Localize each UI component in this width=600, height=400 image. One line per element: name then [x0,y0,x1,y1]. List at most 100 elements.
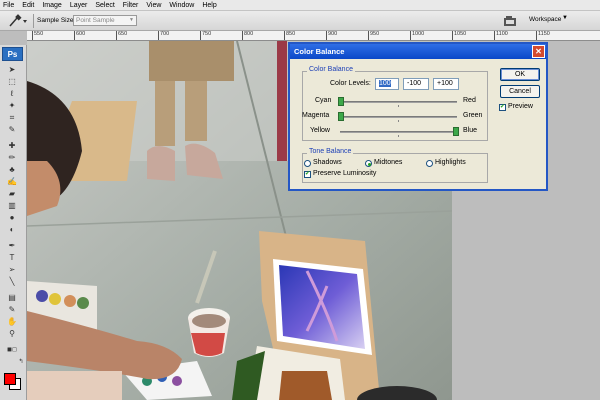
cyan-red-level-field[interactable]: 100 [375,78,399,90]
sample-size-select[interactable]: Point Sample ▼ [73,15,137,26]
ruler-tick: 550 [32,31,43,40]
foreground-color-swatch[interactable] [4,373,16,385]
ruler-tick: 1100 [494,31,508,40]
eyedropper-tool-preset[interactable] [6,14,30,28]
menu-select[interactable]: Select [95,2,114,9]
path-selection-tool-icon[interactable]: ➢ [5,265,19,275]
menu-view[interactable]: View [146,2,161,9]
yellow-blue-slider-track[interactable] [340,131,457,133]
horizontal-ruler: 550 600 650 700 750 800 850 900 950 1000… [27,31,600,41]
sample-size-label: Sample Size: [37,17,76,24]
yellow-blue-level-field[interactable]: +100 [433,78,459,90]
move-tool-icon[interactable]: ➤ [5,65,19,75]
history-brush-tool-icon[interactable]: ✍ [5,177,19,187]
menu-filter[interactable]: Filter [123,2,139,9]
preserve-luminosity-checkbox[interactable]: ✔ [304,171,311,178]
slider-center-tick [398,135,399,137]
lasso-tool-icon[interactable]: ℓ [5,89,19,99]
photoshop-logo: Ps [2,47,23,61]
close-icon: ✕ [535,47,542,56]
ruler-tick: 950 [368,31,379,40]
slider-left-label-magenta: Magenta [302,112,330,119]
chevron-down-icon: ▼ [129,17,134,23]
swap-colors-icon[interactable]: ↰ [14,357,28,367]
zoom-tool-icon[interactable]: ⚲ [5,329,19,339]
dialog-titlebar[interactable]: Color Balance [290,44,546,59]
shadows-label: Shadows [313,159,342,166]
blur-tool-icon[interactable]: ● [5,213,19,223]
highlights-radio[interactable] [426,160,433,167]
eyedropper-tool-icon[interactable]: ✎ [5,125,19,135]
gradient-tool-icon[interactable]: ▥ [5,201,19,211]
midtones-label: Midtones [374,159,403,166]
menu-window[interactable]: Window [169,2,194,9]
chevron-down-icon: ▼ [562,15,568,21]
highlights-label: Highlights [435,159,466,166]
cyan-red-slider-track[interactable] [340,101,457,103]
preview-checkbox[interactable]: ✔ [499,104,506,111]
toolbox: Ps ➤ ⬚ ℓ ✦ ⌗ ✎ ✚ ✏ ♣ ✍ ▰ ▥ ● ◐ ✒ T ➢ ╲ ▤… [0,45,27,400]
type-tool-icon[interactable]: T [5,253,19,263]
slider-right-label-green: Green [463,112,483,119]
marquee-tool-icon[interactable]: ⬚ [5,77,19,87]
healing-brush-tool-icon[interactable]: ✚ [5,141,19,151]
ruler-tick: 850 [284,31,295,40]
eyedropper-tool-icon[interactable]: ✎ [5,305,19,315]
clone-stamp-tool-icon[interactable]: ♣ [5,165,19,175]
menu-layer[interactable]: Layer [70,2,88,9]
ruler-tick: 750 [200,31,211,40]
menu-bar: File Edit Image Layer Select Filter View… [0,0,600,11]
slider-center-tick [398,105,399,107]
toolbar-separator [33,14,34,28]
default-colors-icon[interactable]: ◼◻ [5,345,19,355]
workspace-icon[interactable] [503,15,519,27]
menu-edit[interactable]: Edit [22,2,34,9]
slider-center-tick [398,120,399,122]
slider-right-label-blue: Blue [463,127,478,134]
ruler-tick: 1050 [452,31,466,40]
dialog-title: Color Balance [294,47,345,56]
slider-left-label-cyan: Cyan [315,97,332,104]
cyan-red-slider-thumb[interactable] [338,97,344,106]
sample-size-value: Point Sample [76,17,115,24]
shadows-radio[interactable] [304,160,311,167]
midtones-radio[interactable] [365,160,372,167]
ruler-tick: 800 [242,31,253,40]
ruler-tick: 700 [158,31,169,40]
tone-balance-group-title: Tone Balance [307,148,354,155]
options-bar: Sample Size: Point Sample ▼ Workspace ▼ [0,11,600,31]
crop-tool-icon[interactable]: ⌗ [5,113,19,123]
ruler-tick: 650 [116,31,127,40]
color-levels-label: Color Levels: [330,80,371,87]
color-balance-dialog: Color Balance ✕ Color Balance Color Leve… [288,42,548,191]
magic-wand-tool-icon[interactable]: ✦ [5,101,19,111]
magenta-green-slider-thumb[interactable] [338,112,344,121]
ruler-tick: 1000 [410,31,424,40]
eraser-tool-icon[interactable]: ▰ [5,189,19,199]
magenta-green-slider-track[interactable] [340,116,457,118]
magenta-green-level-field[interactable]: -100 [403,78,429,90]
brush-tool-icon[interactable]: ✏ [5,153,19,163]
ok-button[interactable]: OK [500,68,540,81]
dodge-tool-icon[interactable]: ◐ [5,225,19,235]
close-button[interactable]: ✕ [532,45,545,58]
pen-tool-icon[interactable]: ✒ [5,241,19,251]
preview-label: Preview [508,103,533,110]
hand-tool-icon[interactable]: ✋ [5,317,19,327]
ruler-tick: 900 [326,31,337,40]
ruler-tick: 600 [74,31,85,40]
color-balance-group-title: Color Balance [307,66,355,73]
cancel-button[interactable]: Cancel [500,85,540,98]
menu-help[interactable]: Help [202,2,216,9]
yellow-blue-slider-thumb[interactable] [453,127,459,136]
eyedropper-icon [9,14,27,27]
menu-file[interactable]: File [3,2,14,9]
slider-left-label-yellow: Yellow [310,127,330,134]
menu-image[interactable]: Image [42,2,61,9]
slider-right-label-red: Red [463,97,476,104]
workspace-menu[interactable]: Workspace [529,16,561,23]
ruler-tick: 1150 [536,31,550,40]
shape-tool-icon[interactable]: ╲ [5,277,19,287]
notes-tool-icon[interactable]: ▤ [5,293,19,303]
preserve-luminosity-label: Preserve Luminosity [313,170,377,177]
